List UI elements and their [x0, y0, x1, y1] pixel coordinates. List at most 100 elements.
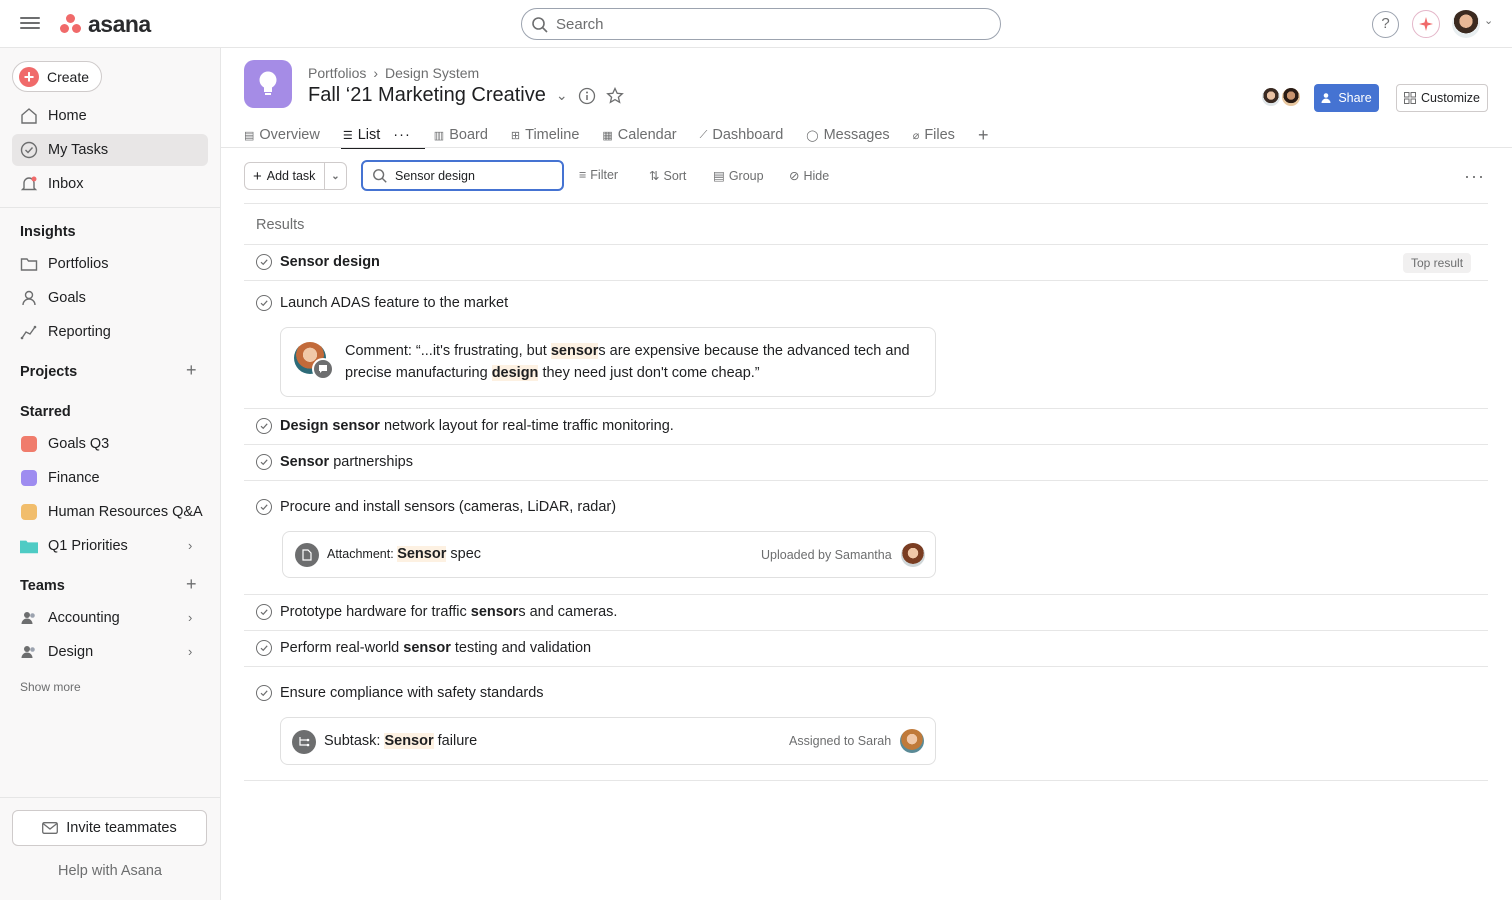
tab-board[interactable]: ▥ Board — [434, 122, 488, 148]
complete-check-icon[interactable] — [256, 418, 272, 434]
complete-check-icon[interactable] — [256, 499, 272, 515]
sidebar-item-reporting[interactable]: Reporting — [12, 316, 208, 348]
project-title[interactable]: Fall ‘21 Marketing Creative — [308, 84, 546, 107]
breadcrumb-portfolios[interactable]: Portfolios — [308, 65, 366, 81]
chevron-down-icon[interactable]: ⌄ — [556, 87, 568, 104]
sidebar-item-home[interactable]: Home — [12, 100, 208, 132]
top-result-badge: Top result — [1403, 253, 1472, 273]
group-button[interactable]: ▤ Group — [713, 168, 764, 184]
help-icon[interactable]: ? — [1372, 11, 1399, 38]
sidebar-item-my-tasks[interactable]: My Tasks — [12, 134, 208, 166]
complete-check-icon[interactable] — [256, 604, 272, 620]
more-options-icon[interactable]: ··· — [1464, 166, 1485, 187]
chevron-right-icon[interactable]: › — [188, 538, 192, 553]
sidebar-item-goals-q3[interactable]: Goals Q3 — [12, 428, 208, 460]
task-name-part: sensor — [470, 604, 519, 620]
tab-messages[interactable]: ◯ Messages — [806, 122, 889, 148]
breadcrumb: Portfolios › Design System — [308, 65, 479, 81]
chevron-down-icon[interactable]: ⌄ — [1484, 14, 1493, 27]
task-row[interactable]: Perform real-world sensor testing and va… — [256, 640, 591, 656]
add-task-dropdown-icon[interactable]: ⌄ — [325, 171, 346, 182]
sort-label: Sort — [663, 168, 687, 183]
add-task-button[interactable]: + Add task ⌄ — [244, 162, 347, 190]
sidebar-item-goals[interactable]: Goals — [12, 282, 208, 314]
task-row[interactable]: Launch ADAS feature to the market — [256, 295, 508, 311]
task-row[interactable]: Design sensor network layout for real-ti… — [256, 418, 674, 434]
sidebar-item-design[interactable]: Design — [12, 636, 208, 668]
task-row[interactable]: Ensure compliance with safety standards — [256, 685, 544, 701]
header-divider — [221, 147, 1512, 148]
complete-check-icon[interactable] — [256, 454, 272, 470]
share-button[interactable]: Share — [1314, 84, 1379, 112]
search-icon — [532, 17, 548, 33]
tab-timeline[interactable]: ⊞ Timeline — [511, 122, 579, 148]
tab-list[interactable]: ☰ List ··· — [340, 122, 425, 149]
sidebar-item-q1-priorities[interactable]: Q1 Priorities — [12, 530, 208, 562]
invite-teammates-button[interactable]: Invite teammates — [12, 810, 207, 846]
user-avatar[interactable] — [1452, 10, 1480, 38]
breadcrumb-design-system[interactable]: Design System — [385, 65, 479, 81]
assignee-avatar — [900, 729, 924, 753]
project-members[interactable] — [1260, 86, 1302, 108]
asana-logo[interactable]: asana — [60, 11, 151, 37]
comment-text: Comment: “...it's frustrating, but senso… — [345, 340, 925, 384]
filter-icon: ≡ — [579, 168, 587, 182]
list-search-input[interactable]: Sensor design — [361, 160, 564, 191]
sort-button[interactable]: ⇅ Sort — [649, 168, 687, 184]
tab-calendar[interactable]: ▦ Calendar — [602, 122, 676, 148]
sidebar-item-hr-qa[interactable]: Human Resources Q&A — [12, 496, 208, 528]
comment-icon — [312, 358, 334, 380]
menu-icon[interactable] — [20, 14, 40, 34]
attachment-card[interactable]: Attachment: Sensor spec Uploaded by Sama… — [282, 531, 936, 578]
task-row[interactable]: Prototype hardware for traffic sensors a… — [256, 604, 617, 620]
task-row[interactable]: Sensor design — [256, 254, 380, 270]
help-with-asana-link[interactable]: Help with Asana — [0, 863, 220, 879]
project-title-row: Fall ‘21 Marketing Creative ⌄ — [308, 84, 624, 107]
chevron-right-icon[interactable]: › — [188, 644, 192, 659]
task-name-part: s and cameras. — [518, 604, 618, 620]
plus-icon: + — [253, 167, 262, 185]
uploaded-by: Uploaded by Samantha — [761, 548, 892, 562]
comment-card[interactable]: Comment: “...it's frustrating, but senso… — [280, 327, 936, 397]
sidebar-item-finance[interactable]: Finance — [12, 462, 208, 494]
tab-overview[interactable]: ▤ Overview — [244, 122, 320, 148]
more-icon[interactable]: ··· — [393, 127, 411, 143]
tab-label: Calendar — [617, 127, 677, 143]
sidebar-item-portfolios[interactable]: Portfolios — [12, 248, 208, 280]
sidebar-item-inbox[interactable]: Inbox — [12, 168, 208, 200]
list-icon: ☰ — [342, 129, 353, 142]
document-icon: ▤ — [244, 129, 255, 142]
ai-sparkle-icon[interactable] — [1412, 10, 1440, 38]
star-icon[interactable] — [605, 86, 624, 105]
create-button[interactable]: + Create — [12, 61, 102, 92]
complete-check-icon[interactable] — [256, 685, 272, 701]
chevron-right-icon[interactable]: › — [188, 610, 192, 625]
complete-check-icon[interactable] — [256, 295, 272, 311]
task-name-part: sensor — [403, 640, 451, 656]
group-icon: ▤ — [713, 169, 725, 183]
lightbulb-icon — [259, 71, 277, 95]
add-task-main[interactable]: + Add task — [245, 163, 325, 189]
sidebar-item-label: Q1 Priorities — [48, 538, 128, 554]
subtask-card[interactable]: Subtask: Sensor failure Assigned to Sara… — [280, 717, 936, 765]
add-tab-icon[interactable]: + — [978, 122, 989, 148]
divider — [244, 444, 1488, 445]
hide-button[interactable]: ⊘ Hide — [789, 168, 829, 184]
complete-check-icon[interactable] — [256, 640, 272, 656]
task-row[interactable]: Sensor partnerships — [256, 454, 413, 470]
filter-button[interactable]: ≡ Filter — [579, 168, 618, 182]
tab-files[interactable]: ⌀ Files — [913, 122, 955, 148]
sidebar-item-accounting[interactable]: Accounting — [12, 602, 208, 634]
show-more-link[interactable]: Show more — [20, 680, 81, 694]
search-placeholder: Search — [556, 15, 604, 33]
uploader-avatar — [901, 543, 925, 567]
info-icon[interactable] — [578, 87, 596, 105]
add-project-icon[interactable]: + — [186, 360, 197, 381]
global-search-input[interactable]: Search — [521, 8, 1001, 40]
tab-dashboard[interactable]: ⟋ Dashboard — [700, 122, 784, 148]
add-team-icon[interactable]: + — [186, 574, 197, 595]
customize-button[interactable]: Customize — [1396, 84, 1488, 112]
complete-check-icon[interactable] — [256, 254, 272, 270]
project-icon[interactable] — [244, 60, 292, 108]
task-row[interactable]: Procure and install sensors (cameras, Li… — [256, 499, 616, 515]
